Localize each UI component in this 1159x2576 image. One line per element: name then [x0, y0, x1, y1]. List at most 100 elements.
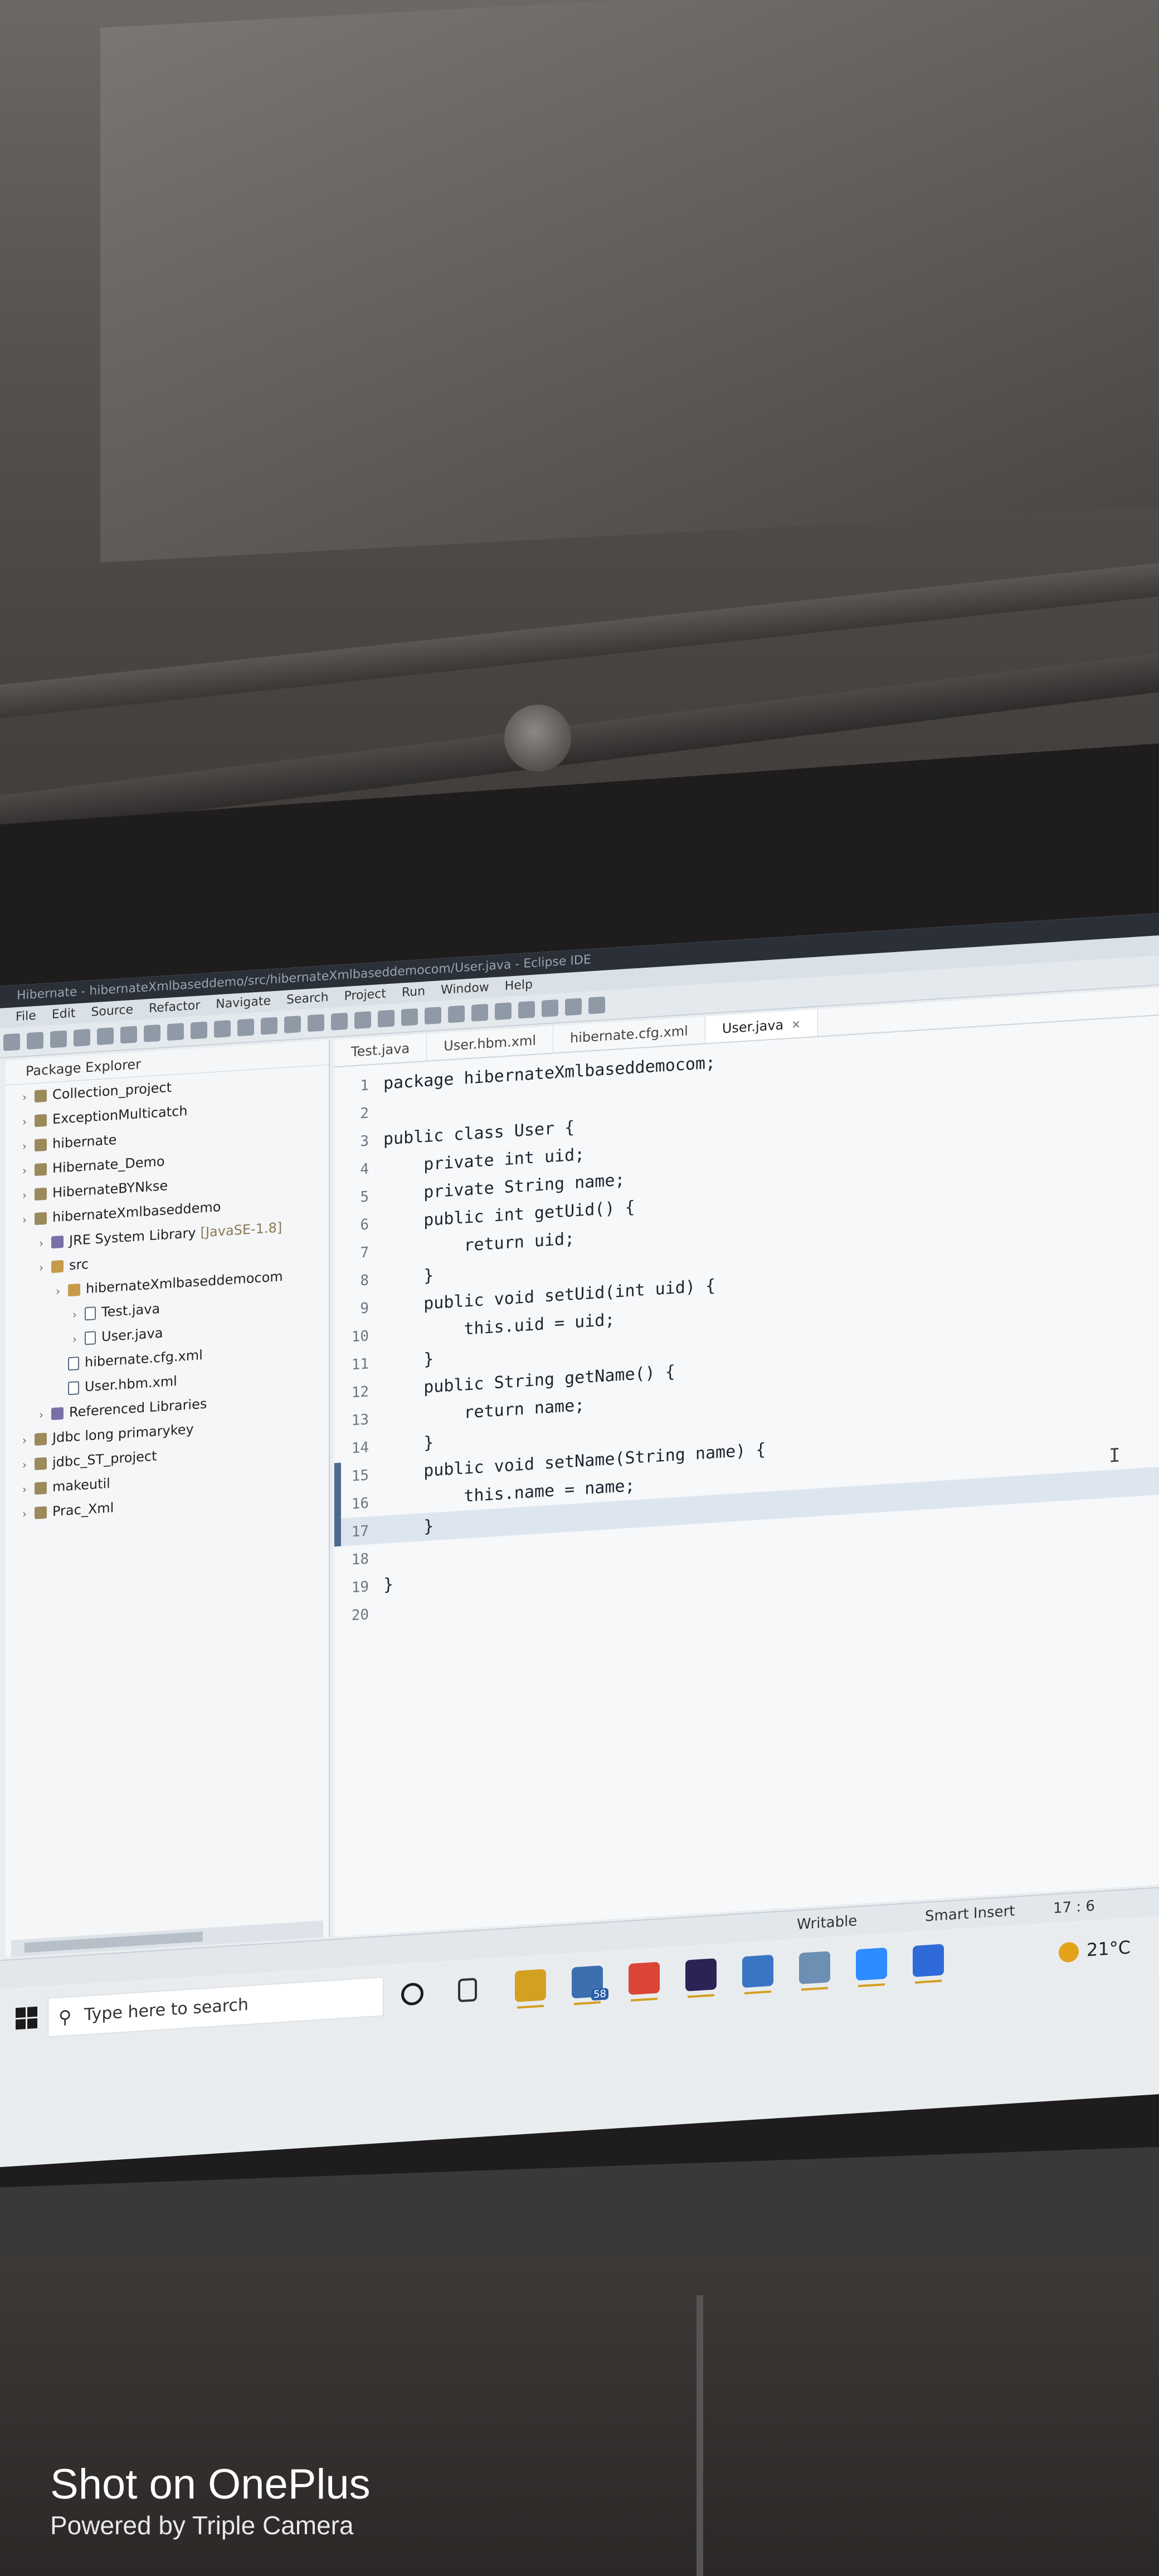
- tree-item-label: User.hbm.xml: [85, 1373, 177, 1395]
- toolbar-button-icon[interactable]: [50, 1030, 67, 1048]
- project-icon: [35, 1187, 47, 1201]
- toolbar-button-icon[interactable]: [565, 998, 582, 1016]
- code-text: }: [383, 1349, 434, 1372]
- expand-chevron-icon[interactable]: ›: [22, 1182, 35, 1207]
- toolbar-button-icon[interactable]: [308, 1014, 324, 1032]
- task-view-icon[interactable]: [458, 1978, 477, 2003]
- menu-item-project[interactable]: Project: [344, 987, 386, 1003]
- tree-item-label: Test.java: [101, 1300, 160, 1320]
- menu-item-run[interactable]: Run: [402, 984, 425, 1000]
- line-number: 19: [351, 1578, 369, 1597]
- weather-widget[interactable]: 21°C: [1059, 1936, 1131, 1963]
- menu-item-search[interactable]: Search: [286, 991, 329, 1007]
- menu-item-refactor[interactable]: Refactor: [149, 998, 200, 1016]
- toolbar-button-icon[interactable]: [495, 1002, 512, 1021]
- expand-chevron-icon[interactable]: ›: [72, 1326, 85, 1351]
- editor-tab[interactable]: Test.java: [334, 1033, 427, 1067]
- toolbar-button-icon[interactable]: [3, 1033, 20, 1051]
- toolbar-button-icon[interactable]: [27, 1032, 43, 1050]
- app-icon[interactable]: [913, 1944, 944, 1984]
- code-area[interactable]: 1 package hibernateXmlbaseddemocom; 2 3 publ…: [334, 1021, 1159, 1630]
- toolbar-button-icon[interactable]: [97, 1027, 114, 1046]
- line-number: 4: [360, 1160, 369, 1178]
- toolbar-button-icon[interactable]: [331, 1012, 348, 1031]
- expand-chevron-icon[interactable]: ›: [22, 1452, 35, 1477]
- library-icon: [51, 1407, 64, 1421]
- toolbar-button-icon[interactable]: [191, 1021, 207, 1040]
- ceiling-panel: [100, 0, 1159, 563]
- expand-chevron-icon[interactable]: ›: [22, 1084, 35, 1109]
- menu-item-window[interactable]: Window: [441, 980, 489, 997]
- toolbar-button-icon[interactable]: [425, 1007, 441, 1025]
- windows-start-icon[interactable]: [16, 2006, 38, 2031]
- toolbar-button-icon[interactable]: [214, 1019, 231, 1038]
- tree-item-label: User.java: [101, 1325, 163, 1345]
- toolbar-button-icon[interactable]: [144, 1024, 160, 1042]
- toolbar-button-icon[interactable]: [588, 996, 605, 1014]
- expand-chevron-icon[interactable]: ›: [22, 1501, 35, 1526]
- editor-tab[interactable]: User.java ✕: [705, 1009, 819, 1043]
- menu-item-source[interactable]: Source: [91, 1003, 133, 1019]
- menu-item-help[interactable]: Help: [505, 978, 533, 993]
- ceiling: [0, 0, 1159, 869]
- file-icon: [85, 1331, 96, 1345]
- editor-tab-label: hibernate.cfg.xml: [570, 1023, 688, 1046]
- expand-chevron-icon[interactable]: ›: [22, 1427, 35, 1452]
- menu-item-edit[interactable]: Edit: [52, 1006, 76, 1022]
- expand-chevron-icon[interactable]: ›: [39, 1402, 51, 1427]
- line-number: 18: [351, 1550, 369, 1569]
- menu-item-file[interactable]: File: [16, 1009, 36, 1024]
- toolbar-button-icon[interactable]: [471, 1003, 488, 1022]
- expand-chevron-icon[interactable]: ›: [39, 1230, 51, 1255]
- expand-chevron-icon[interactable]: ›: [72, 1301, 85, 1326]
- expand-chevron-icon[interactable]: ›: [22, 1207, 35, 1232]
- expand-chevron-icon[interactable]: ›: [22, 1109, 35, 1134]
- tree-item-label: Referenced Libraries: [69, 1396, 207, 1421]
- toolbar-button-icon[interactable]: [261, 1017, 277, 1035]
- running-indicator: [801, 1987, 828, 1991]
- running-indicator: [915, 1979, 942, 1984]
- paint-icon[interactable]: [799, 1951, 830, 1991]
- project-icon: [35, 1089, 47, 1103]
- editor-tab[interactable]: User.hbm.xml: [427, 1026, 554, 1061]
- expand-chevron-icon[interactable]: ›: [22, 1476, 35, 1501]
- photos-icon[interactable]: [742, 1954, 773, 1994]
- line-number: 10: [351, 1328, 369, 1346]
- toolbar-button-icon[interactable]: [378, 1009, 395, 1028]
- toolbar-button-icon[interactable]: [401, 1008, 418, 1026]
- expand-chevron-icon[interactable]: ›: [22, 1158, 35, 1183]
- screen-pull-cord: [697, 2295, 703, 2576]
- file-explorer-icon[interactable]: [515, 1969, 546, 2009]
- expand-chevron-icon[interactable]: ›: [39, 1255, 51, 1280]
- close-tab-icon[interactable]: ✕: [791, 1018, 801, 1032]
- expand-chevron-icon[interactable]: ›: [22, 1133, 35, 1158]
- toolbar-button-icon[interactable]: [448, 1005, 465, 1023]
- editor-tab-label: Test.java: [351, 1040, 410, 1060]
- zoom-icon[interactable]: [856, 1947, 887, 1988]
- watermark-subtitle: Powered by Triple Camera: [50, 2511, 354, 2540]
- menu-item-navigate[interactable]: Navigate: [216, 994, 271, 1011]
- search-icon: ⚲: [59, 2006, 72, 2028]
- file-icon: [85, 1306, 96, 1321]
- toolbar-button-icon[interactable]: [74, 1028, 90, 1047]
- chrome-icon[interactable]: [629, 1962, 660, 2002]
- eclipse-icon[interactable]: [685, 1958, 717, 1998]
- file-icon: [68, 1357, 79, 1371]
- project-tree: › Collection_project › ExceptionMulticatch ›…: [6, 1065, 329, 1526]
- toolbar-button-icon[interactable]: [120, 1026, 137, 1044]
- toolbar-button-icon[interactable]: [518, 1001, 535, 1019]
- cortana-icon[interactable]: [401, 1982, 423, 2006]
- line-number: 14: [351, 1439, 369, 1457]
- taskbar-search-input[interactable]: ⚲ Type here to search: [48, 1977, 383, 2037]
- expand-chevron-icon[interactable]: ›: [56, 1278, 68, 1303]
- store-icon[interactable]: 58: [572, 1965, 608, 2006]
- toolbar-button-icon[interactable]: [284, 1016, 301, 1033]
- toolbar-button-icon[interactable]: [354, 1011, 371, 1029]
- code-editor[interactable]: Test.java User.hbm.xml hibernate.cfg.xml Us…: [334, 988, 1159, 1937]
- toolbar-button-icon[interactable]: [542, 999, 558, 1017]
- change-marker: [334, 1462, 341, 1491]
- toolbar-button-icon[interactable]: [167, 1023, 184, 1041]
- toolbar-button-icon[interactable]: [237, 1018, 254, 1037]
- expand-chevron-icon[interactable]: [56, 1392, 68, 1393]
- tree-item-label: Hibernate_Demo: [52, 1153, 165, 1177]
